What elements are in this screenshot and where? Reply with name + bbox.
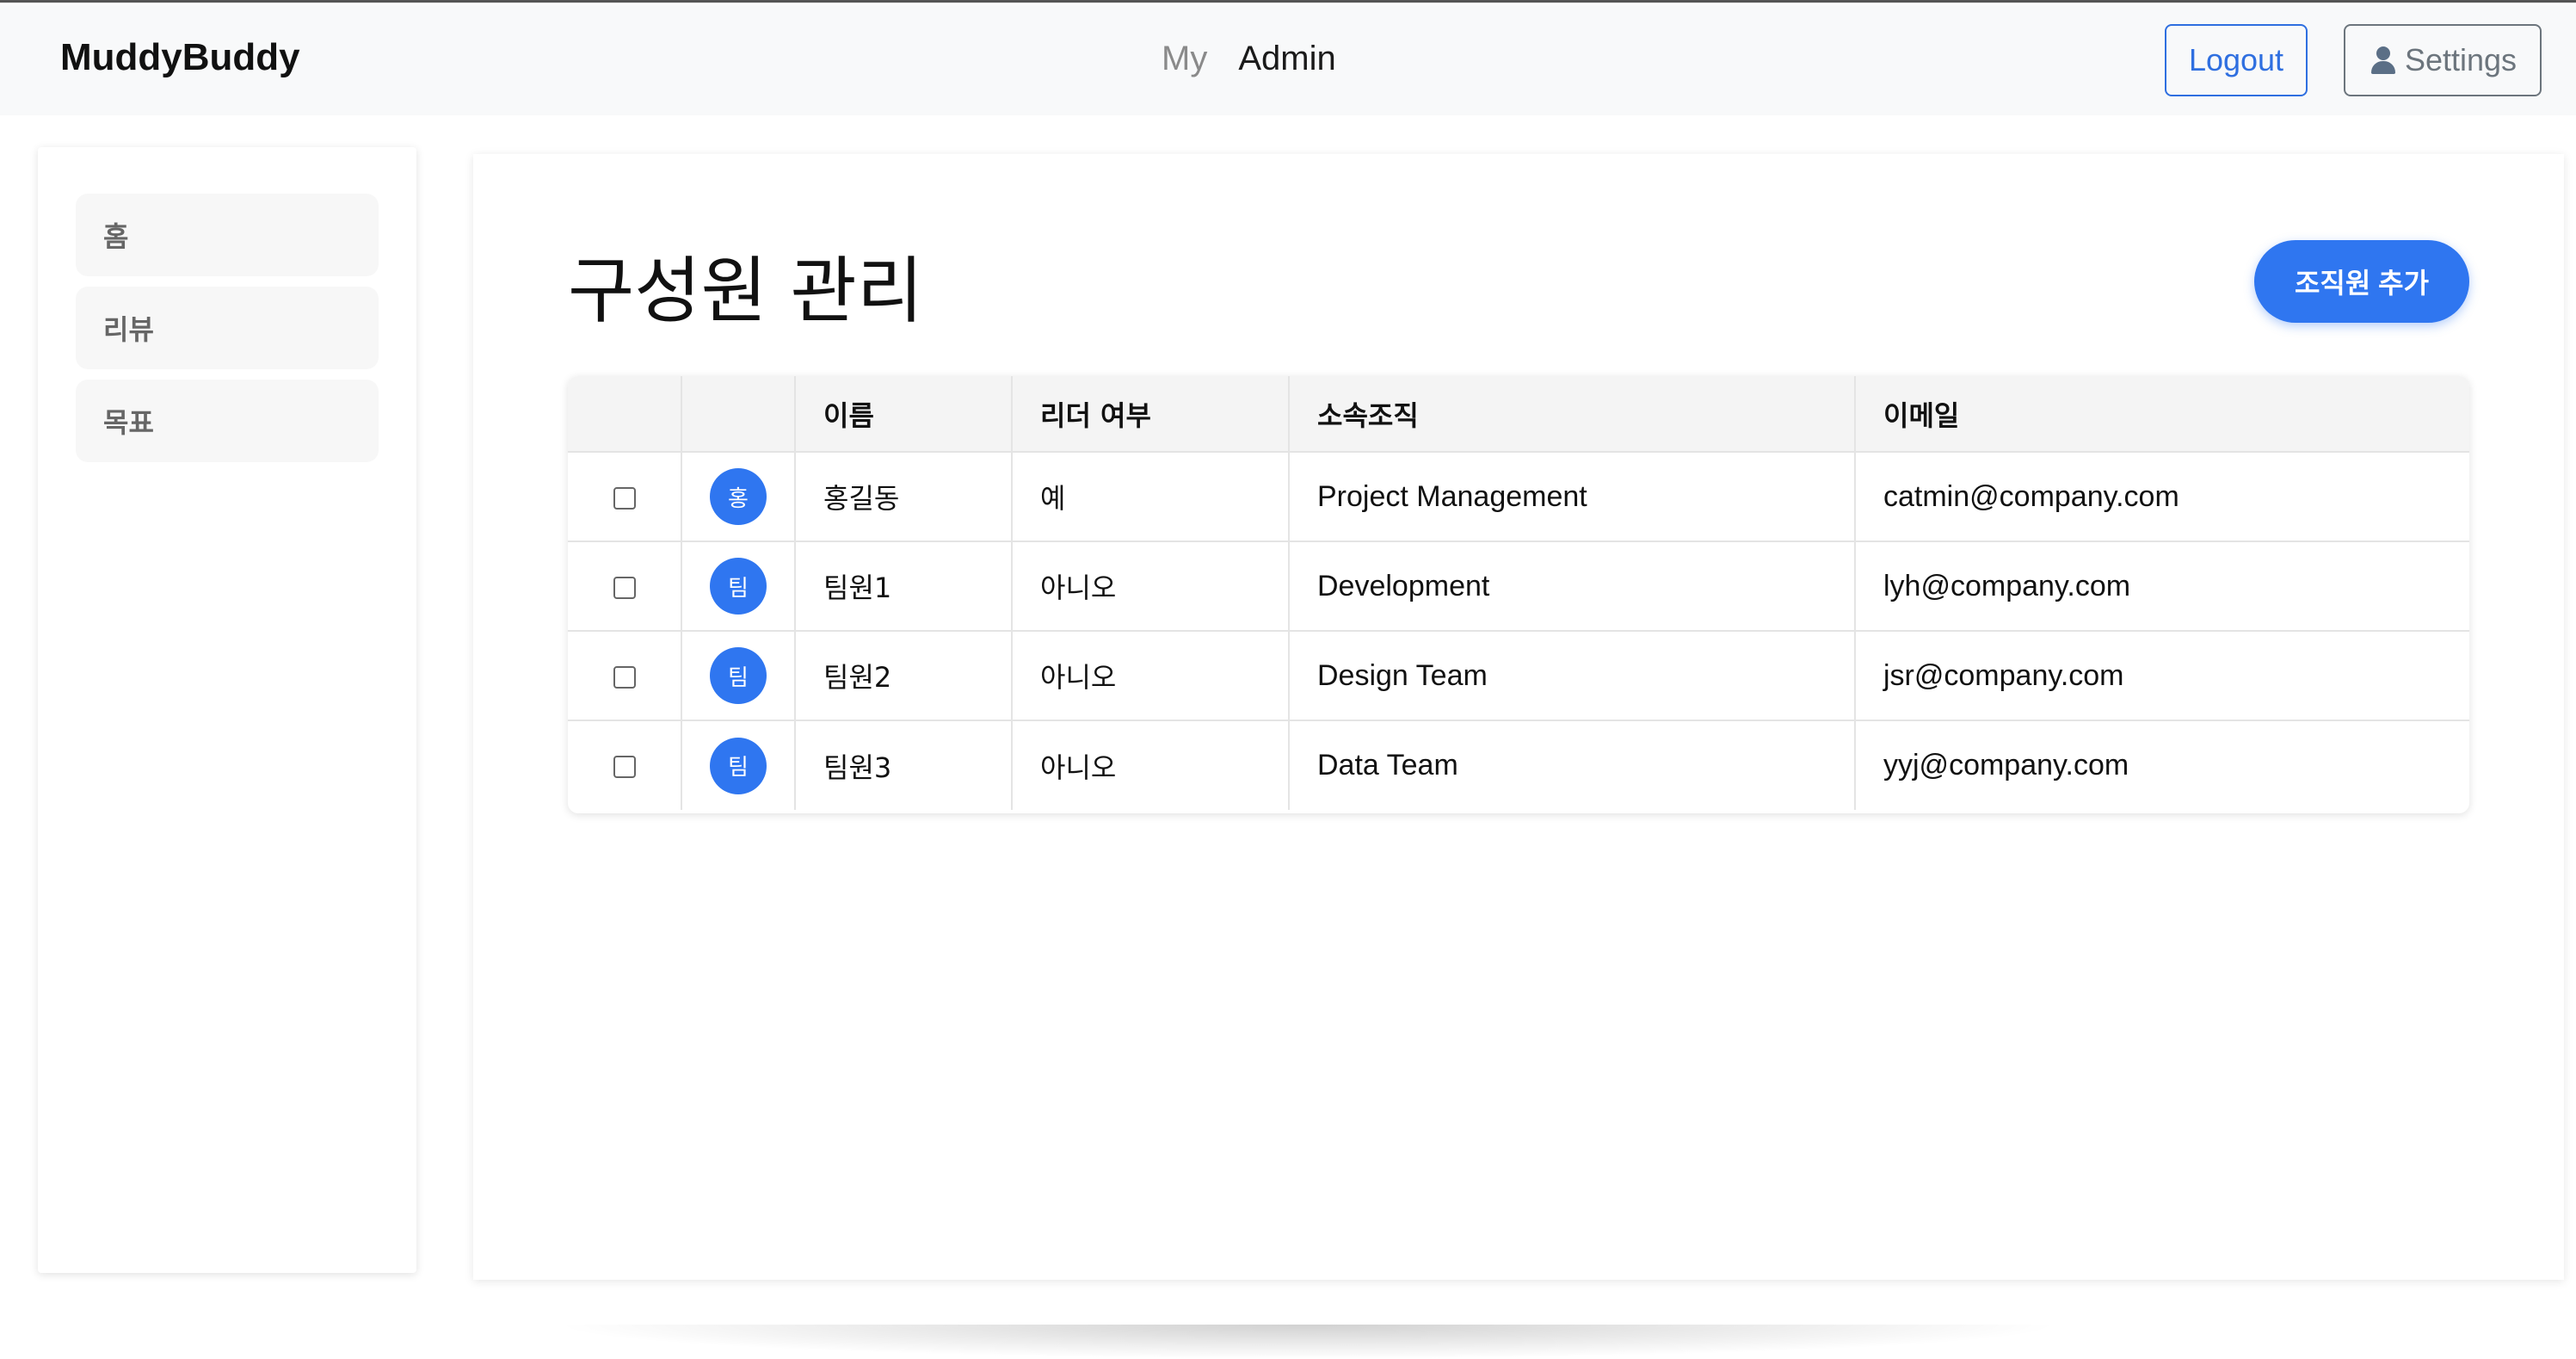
- header-org: 소속조직: [1289, 376, 1856, 453]
- main-content: 구성원 관리 조직원 추가 이름 리더 여부 소속조직 이메일 홍 홍길동 예 …: [473, 154, 2564, 1280]
- bottom-shadow: [551, 1325, 2065, 1359]
- main-nav: My Admin: [1162, 40, 1336, 78]
- top-navbar: MuddyBuddy My Admin Logout Settings: [0, 5, 2576, 115]
- row-checkbox[interactable]: [613, 756, 636, 779]
- header-name: 이름: [795, 376, 1013, 453]
- cell-name: 팀원2: [795, 631, 1013, 721]
- table-row[interactable]: 팀 팀원1 아니오 Development lyh@company.com: [568, 541, 2469, 632]
- sidebar-item-review[interactable]: 리뷰: [76, 287, 379, 369]
- cell-leader: 아니오: [1012, 541, 1290, 632]
- avatar: 팀: [710, 558, 767, 615]
- table-row[interactable]: 팀 팀원2 아니오 Design Team jsr@company.com: [568, 631, 2469, 721]
- header-email: 이메일: [1855, 376, 2469, 453]
- cell-leader: 예: [1012, 452, 1290, 542]
- nav-link-my[interactable]: My: [1162, 40, 1207, 78]
- table-header-row: 이름 리더 여부 소속조직 이메일: [568, 376, 2469, 453]
- row-checkbox[interactable]: [613, 486, 636, 510]
- table-row[interactable]: 홍 홍길동 예 Project Management catmin@compan…: [568, 452, 2469, 542]
- settings-button[interactable]: Settings: [2344, 24, 2542, 96]
- table-row[interactable]: 팀 팀원3 아니오 Data Team yyj@company.com: [568, 720, 2469, 810]
- logout-button[interactable]: Logout: [2165, 24, 2308, 96]
- cell-org: Project Management: [1289, 452, 1856, 542]
- app-window: MuddyBuddy My Admin Logout Settings 홈 리뷰…: [0, 0, 2576, 1359]
- nav-link-admin[interactable]: Admin: [1238, 40, 1335, 78]
- avatar: 팀: [710, 737, 767, 794]
- header-leader: 리더 여부: [1012, 376, 1290, 453]
- members-table: 이름 리더 여부 소속조직 이메일 홍 홍길동 예 Project Manage…: [568, 376, 2469, 813]
- avatar: 팀: [710, 647, 767, 704]
- header-select: [568, 376, 682, 453]
- brand-logo[interactable]: MuddyBuddy: [60, 36, 300, 79]
- cell-email: yyj@company.com: [1883, 749, 2129, 781]
- user-icon: [2369, 45, 2398, 76]
- page-title: 구성원 관리: [568, 249, 924, 333]
- cell-org: Development: [1289, 541, 1856, 632]
- settings-label: Settings: [2404, 42, 2517, 77]
- row-checkbox[interactable]: [613, 665, 636, 689]
- sidebar: 홈 리뷰 목표: [38, 147, 416, 1273]
- cell-name: 팀원1: [795, 541, 1013, 632]
- cell-email: lyh@company.com: [1855, 541, 2469, 632]
- cell-email: jsr@company.com: [1855, 631, 2469, 721]
- avatar: 홍: [710, 468, 767, 525]
- add-member-button[interactable]: 조직원 추가: [2254, 240, 2469, 323]
- cell-leader: 아니오: [1012, 720, 1290, 810]
- header-avatar: [681, 376, 796, 453]
- sidebar-item-goals[interactable]: 목표: [76, 380, 379, 462]
- cell-org: Data Team: [1289, 720, 1856, 810]
- cell-org: Design Team: [1289, 631, 1856, 721]
- sidebar-item-home[interactable]: 홈: [76, 194, 379, 276]
- cell-email: catmin@company.com: [1855, 452, 2469, 542]
- row-checkbox[interactable]: [613, 576, 636, 599]
- cell-name: 팀원3: [795, 720, 1013, 810]
- cell-leader: 아니오: [1012, 631, 1290, 721]
- cell-name: 홍길동: [795, 452, 1013, 542]
